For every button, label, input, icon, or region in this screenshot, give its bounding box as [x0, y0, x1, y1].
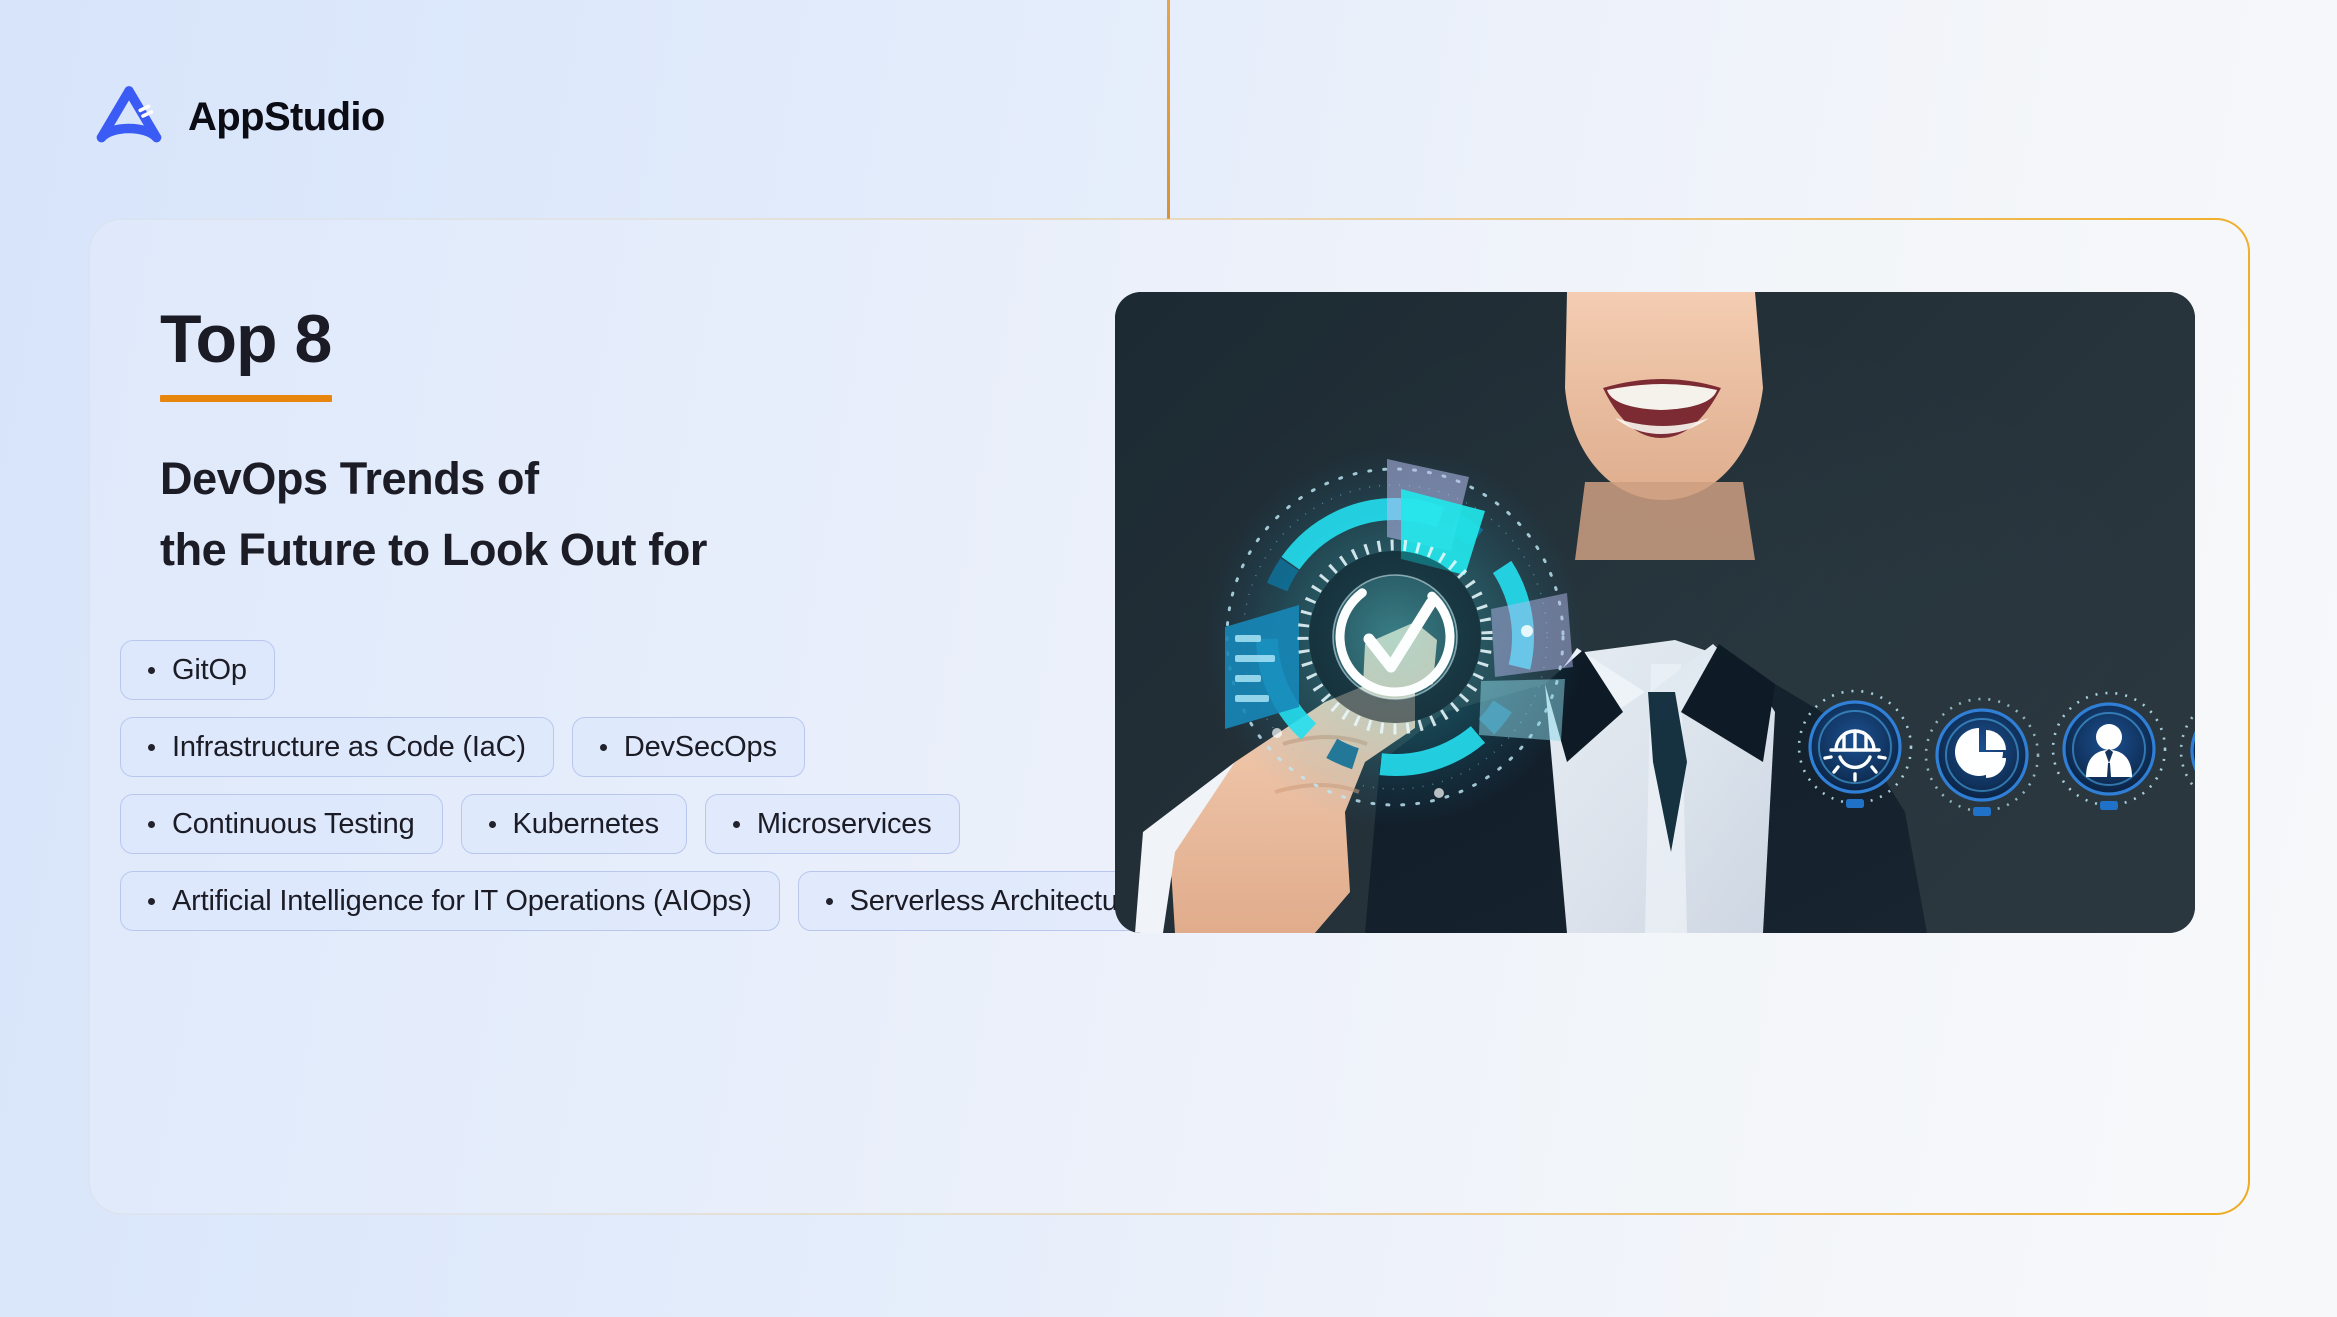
trend-tag-label: Infrastructure as Code (IaC) — [172, 730, 526, 763]
bullet-dot-icon — [148, 666, 155, 674]
headline-block: Top 8 DevOps Trends of the Future to Loo… — [160, 305, 707, 580]
subtitle-line-2: the Future to Look Out for — [160, 524, 708, 576]
hero-photo: Businessman in dark navy suit and white … — [1115, 292, 2195, 933]
title-underline — [160, 395, 332, 402]
trend-tag-label: Continuous Testing — [172, 807, 415, 840]
trend-tag[interactable]: Kubernetes — [460, 794, 687, 854]
bullet-dot-icon — [148, 820, 155, 828]
bullet-dot-icon — [825, 897, 833, 905]
trend-row: Artificial Intelligence for IT Operation… — [120, 871, 1186, 931]
content-card: Top 8 DevOps Trends of the Future to Loo… — [88, 218, 2250, 1215]
bullet-dot-icon — [732, 820, 740, 828]
trend-tag-label: Kubernetes — [512, 807, 660, 840]
subtitle-line-1: DevOps Trends of — [160, 453, 539, 504]
trend-tag-label: DevSecOps — [623, 730, 777, 763]
trend-row: GitOp — [120, 640, 1180, 700]
trend-tag[interactable]: Continuous Testing — [120, 794, 443, 854]
top-accent-rule — [1167, 0, 1170, 219]
brand-name: AppStudio — [188, 94, 385, 139]
trend-tag-label: Artificial Intelligence for IT Operation… — [172, 884, 752, 917]
appstudio-triangle-logo-icon — [96, 86, 162, 143]
trend-row: Infrastructure as Code (IaC) DevSecOps — [120, 717, 1180, 777]
page-title: Top 8 — [160, 301, 332, 377]
trend-tag[interactable]: Artificial Intelligence for IT Operation… — [120, 871, 780, 931]
hero-photo-illustration — [1115, 292, 2195, 933]
trend-tag[interactable]: DevSecOps — [571, 717, 805, 777]
trend-tag-label: GitOp — [172, 653, 247, 686]
bullet-dot-icon — [148, 743, 155, 751]
trend-tag[interactable]: GitOp — [120, 640, 275, 700]
bullet-dot-icon — [148, 897, 155, 905]
trend-tag-label: Serverless Architectures — [849, 884, 1158, 917]
bullet-dot-icon — [488, 820, 496, 828]
trend-tag[interactable]: Infrastructure as Code (IaC) — [120, 717, 554, 777]
trend-row: Continuous Testing Kubernetes Microservi… — [120, 794, 1180, 854]
trend-tag[interactable]: Microservices — [704, 794, 960, 854]
bullet-dot-icon — [599, 743, 607, 751]
brand-logo[interactable]: AppStudio — [92, 82, 385, 152]
trend-tag-list: GitOp Infrastructure as Code (IaC) DevSe… — [120, 640, 1186, 948]
trend-tag-label: Microservices — [756, 807, 932, 840]
